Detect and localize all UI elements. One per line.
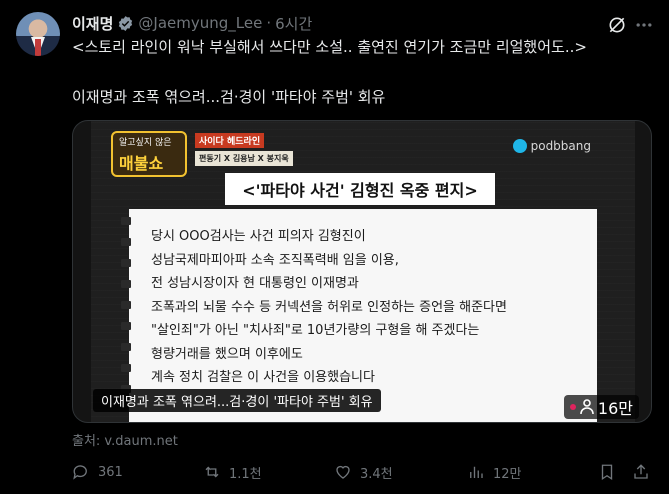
letter-line: 계속 정치 검찰은 이 사건을 이용했습니다 [151, 370, 375, 385]
repost-icon [205, 466, 219, 478]
repost-count: 1.1천 [229, 466, 262, 482]
more-options-icon[interactable] [633, 15, 655, 35]
letter-line: 형량거래를 했으며 이후에도 [151, 346, 303, 362]
bookmark-button[interactable] [598, 458, 616, 486]
share-button[interactable] [632, 458, 650, 486]
like-count: 3.4천 [360, 466, 393, 482]
post-header: 이재명 @Jaemyung_Lee · 6시간 [72, 12, 653, 34]
views-button[interactable]: 12만 [467, 458, 522, 486]
segment-tag: 사이다 헤드라인 [195, 133, 265, 148]
host-names: 편동기 X 김용남 X 봉지욱 [195, 151, 293, 166]
media-caption: 이재명과 조폭 엮으려...검·경이 '파타야 주범' 회유 [93, 389, 381, 412]
letter-line: 당시 OOO검사는 사건 피의자 김형진이 [151, 229, 366, 244]
reply-icon [73, 465, 87, 480]
show-logo: 알고싶지 않은 매불쇼 [111, 131, 187, 177]
author-handle[interactable]: @Jaemyung_Lee [138, 14, 262, 32]
views-count: 12만 [493, 466, 522, 482]
post-time[interactable]: 6시간 [275, 13, 312, 34]
post-text-line-1: <스토리 라인이 워낙 부실해서 쓰다만 소설.. 출연진 연기가 조금만 리얼… [72, 38, 587, 56]
reply-count: 361 [98, 464, 123, 480]
repost-button[interactable]: 1.1천 [203, 458, 262, 486]
share-icon [634, 464, 648, 479]
video-views-label: 16만 [597, 399, 633, 418]
reply-button[interactable]: 361 [72, 458, 123, 486]
author-name[interactable]: 이재명 [72, 13, 113, 34]
person-icon [580, 399, 594, 415]
avatar[interactable] [16, 12, 60, 56]
video-frame: 알고싶지 않은 매불쇼 사이다 헤드라인 편동기 X 김용남 X 봉지욱 pod… [91, 121, 635, 422]
video-view-count: 16만 [563, 395, 639, 419]
avatar-tie [35, 39, 41, 56]
letter-title: <'파타야 사건' 김형진 옥중 편지> [225, 173, 495, 205]
like-button[interactable]: 3.4천 [334, 458, 393, 486]
letter-line: 전 성남시장이자 현 대통령인 이재명과 [151, 276, 359, 291]
show-logo-top: 알고싶지 않은 [119, 138, 172, 148]
bookmark-icon [601, 464, 613, 481]
letter-line: 성남국제마피아파 소속 조직폭력배 임을 이용, [151, 252, 399, 268]
letter-line: 조폭과의 뇌물 수수 등 커넥션을 허위로 인정하는 증언을 해준다면 [151, 299, 507, 315]
grok-icon[interactable] [607, 15, 627, 35]
post-text-line-2: 이재명과 조폭 엮으려...검·경이 '파타야 주범' 회유 [72, 88, 386, 106]
media-card[interactable]: 알고싶지 않은 매불쇼 사이다 헤드라인 편동기 X 김용남 X 봉지욱 pod… [72, 120, 652, 423]
letter-text: 당시 OOO검사는 사건 피의자 김형진이 성남국제마피아파 소속 조직폭력배 … [151, 225, 507, 390]
podbbang-brand: podbbang [512, 139, 591, 153]
separator: · [266, 14, 272, 32]
verified-badge-icon [119, 15, 133, 31]
show-logo-main: 매불쇼 [119, 154, 164, 173]
podbbang-label: podbbang [530, 139, 591, 153]
notebook-rings [121, 217, 135, 417]
podbbang-icon [512, 139, 527, 153]
letter-line: "살인죄"가 아닌 "치사죄"로 10년가량의 구형을 해 주겠다는 [151, 323, 480, 338]
live-dot-icon [569, 404, 576, 410]
heart-icon [336, 465, 350, 479]
source-link[interactable]: 출처: v.daum.net [72, 430, 178, 449]
analytics-icon [470, 466, 483, 478]
action-bar: 361 1.1천 3.4천 12만 [72, 458, 652, 486]
